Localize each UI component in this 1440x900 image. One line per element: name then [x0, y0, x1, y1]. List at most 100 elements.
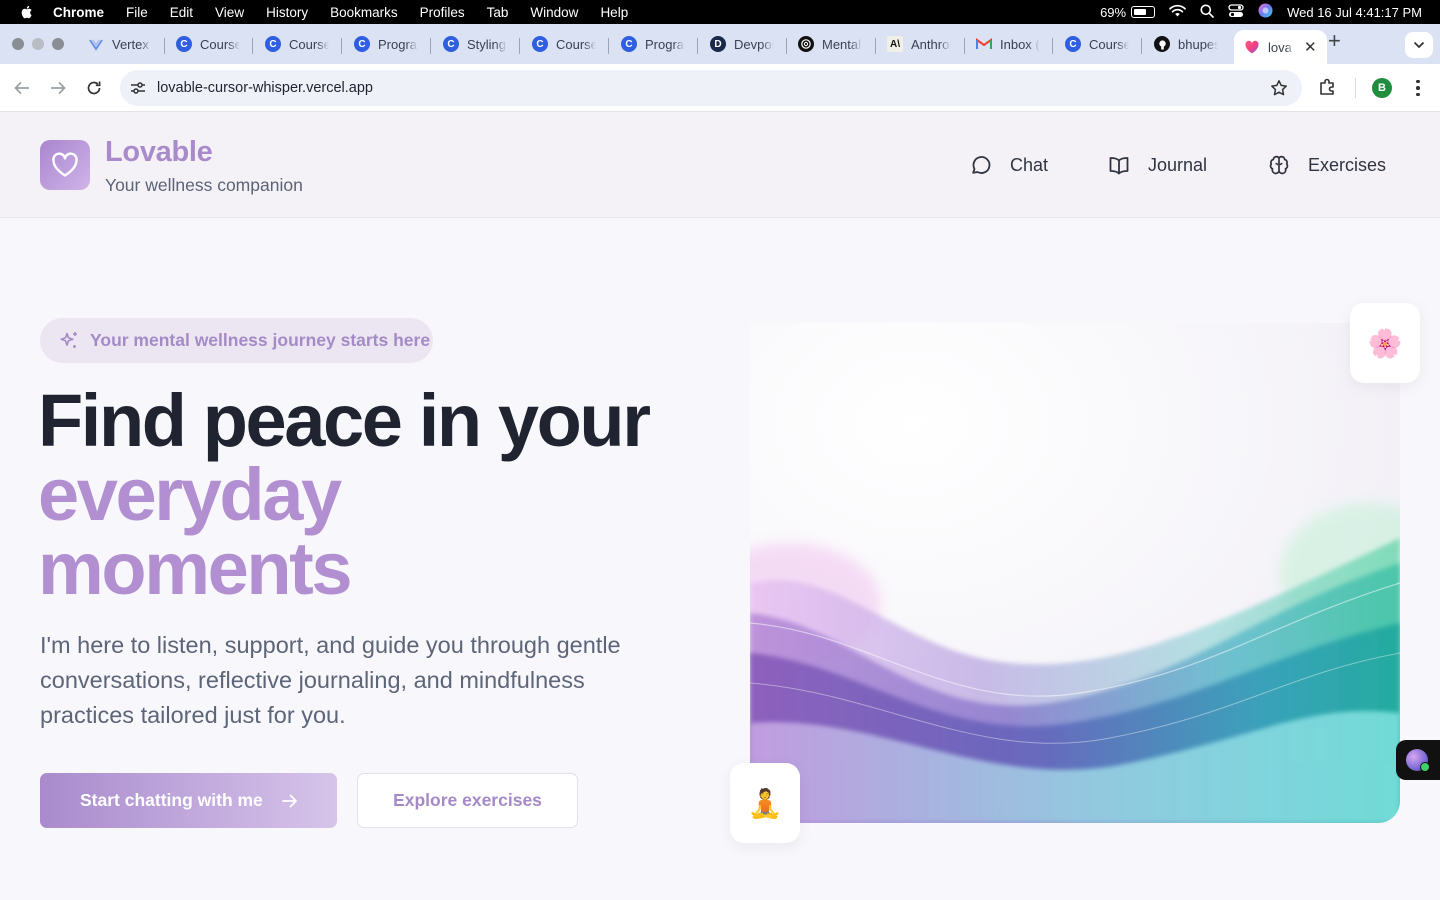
tab-separator [519, 38, 520, 54]
zoom-window-button[interactable] [52, 38, 64, 50]
profile-avatar[interactable]: B [1372, 78, 1392, 98]
book-open-icon [1109, 157, 1129, 175]
tab-course-1[interactable]: C Course [176, 30, 240, 58]
tab-course-3[interactable]: C Course [532, 30, 596, 58]
back-arrow-icon[interactable] [12, 78, 32, 98]
battery-icon [1131, 6, 1156, 18]
tab-title: Devpos [734, 36, 774, 52]
spotlight-search-icon[interactable] [1200, 4, 1214, 21]
tab-active-lovable[interactable]: lova ✕ [1234, 30, 1327, 64]
tab-vertex[interactable]: Vertex [88, 30, 152, 58]
tab-search-chevron-icon[interactable] [1405, 32, 1433, 58]
brand-tagline: Your wellness companion [105, 175, 303, 195]
brand-name[interactable]: Lovable [105, 136, 213, 169]
tab-styling[interactable]: C Styling [443, 30, 507, 58]
extensions-puzzle-icon[interactable] [1318, 77, 1338, 102]
tab-devpos[interactable]: D Devpos [710, 30, 774, 58]
tab-course-4[interactable]: C Course [1065, 30, 1129, 58]
forward-arrow-icon[interactable] [48, 78, 68, 98]
tab-title: Inbox ( [1000, 36, 1040, 52]
tab-separator [252, 38, 253, 54]
nav-journal-label: Journal [1148, 154, 1208, 175]
lovable-heart-icon [1244, 39, 1260, 55]
tab-separator [964, 38, 965, 54]
tab-title: Course [200, 36, 240, 52]
sparkles-icon [60, 331, 77, 348]
explore-exercises-button[interactable]: Explore exercises [357, 773, 578, 828]
tab-title: bhupes [1178, 36, 1218, 52]
vertex-icon [88, 36, 104, 52]
menu-tab[interactable]: Tab [487, 5, 509, 20]
menu-help[interactable]: Help [600, 5, 628, 20]
menu-app-name[interactable]: Chrome [53, 5, 104, 20]
menu-profiles[interactable]: Profiles [420, 5, 465, 20]
address-bar[interactable]: lovable-cursor-whisper.vercel.app [120, 70, 1302, 106]
tab-title: lova [1268, 39, 1292, 55]
battery-percent: 69% [1100, 4, 1127, 20]
chrome-menu-kebab-icon[interactable] [1410, 78, 1426, 98]
c-icon: C [176, 36, 192, 52]
bookmark-star-icon[interactable] [1270, 79, 1288, 102]
start-chatting-button[interactable]: Start chatting with me [40, 773, 337, 828]
siri-icon[interactable] [1258, 3, 1273, 21]
apple-logo-icon[interactable] [19, 4, 35, 20]
menu-view[interactable]: View [215, 5, 244, 20]
tab-course-2[interactable]: C Course [265, 30, 329, 58]
toolbar-divider [1355, 78, 1356, 98]
tab-title: Course [1089, 36, 1129, 52]
headline-line-1: Find peace in your [38, 379, 651, 462]
hero-wave-illustration [750, 323, 1400, 823]
menu-clock[interactable]: Wed 16 Jul 4:41:17 PM [1287, 5, 1422, 20]
tab-program-2[interactable]: C Program [621, 30, 685, 58]
site-info-tune-icon[interactable] [128, 78, 148, 98]
url-text[interactable]: lovable-cursor-whisper.vercel.app [157, 80, 373, 96]
tab-separator [1052, 38, 1053, 54]
anthropic-icon: A\ [887, 36, 903, 52]
tab-separator [875, 38, 876, 54]
browser-toolbar: lovable-cursor-whisper.vercel.app [0, 64, 1440, 112]
menu-window[interactable]: Window [530, 5, 578, 20]
tab-separator [430, 38, 431, 54]
github-icon [1154, 36, 1170, 52]
control-center-icon[interactable] [1228, 3, 1244, 21]
menu-history[interactable]: History [266, 5, 308, 20]
menu-file[interactable]: File [126, 5, 148, 20]
lovable-logo[interactable] [40, 140, 90, 190]
reload-icon[interactable] [84, 78, 104, 98]
tab-mental[interactable]: Mental [798, 30, 862, 58]
tab-inbox[interactable]: Inbox ( [976, 30, 1040, 58]
floating-assistant-button[interactable] [1396, 740, 1440, 780]
assistant-orb-icon [1406, 749, 1430, 772]
start-chatting-label: Start chatting with me [80, 790, 263, 810]
tab-anthropic[interactable]: A\ Anthrop [887, 30, 951, 58]
headline-line-2: everyday [38, 453, 342, 536]
c-icon: C [443, 36, 459, 52]
hero-pill-text: Your mental wellness journey starts here [90, 330, 431, 350]
wifi-icon[interactable] [1169, 4, 1186, 20]
close-window-button[interactable] [12, 38, 24, 50]
menu-bookmarks[interactable]: Bookmarks [330, 5, 398, 20]
nav-journal[interactable]: Journal [1108, 152, 1207, 178]
tab-separator [786, 38, 787, 54]
new-tab-icon[interactable]: + [1328, 30, 1341, 52]
nav-exercises[interactable]: Exercises [1268, 152, 1386, 178]
tab-title: Anthrop [911, 36, 951, 52]
window-controls [12, 38, 64, 50]
tab-separator [697, 38, 698, 54]
hero-headline: Find peace in your everyday moments [38, 384, 651, 606]
menu-edit[interactable]: Edit [170, 5, 193, 20]
minimize-window-button[interactable] [32, 38, 44, 50]
tab-github[interactable]: bhupes [1154, 30, 1218, 58]
close-tab-icon[interactable]: ✕ [1304, 38, 1317, 56]
macos-menu-bar: Chrome File Edit View History Bookmarks … [0, 0, 1440, 24]
flower-card: 🌸 [1350, 303, 1420, 383]
c-icon: C [354, 36, 370, 52]
hero-description: I'm here to listen, support, and guide y… [40, 632, 621, 728]
tab-title: Program [378, 36, 418, 52]
meditation-card: 🧘 [730, 763, 800, 843]
battery-status[interactable]: 69% [1100, 4, 1156, 20]
tab-title: Vertex [112, 36, 149, 52]
meditation-emoji-icon: 🧘 [747, 787, 783, 819]
nav-chat[interactable]: Chat [970, 152, 1048, 178]
tab-program-1[interactable]: C Program [354, 30, 418, 58]
